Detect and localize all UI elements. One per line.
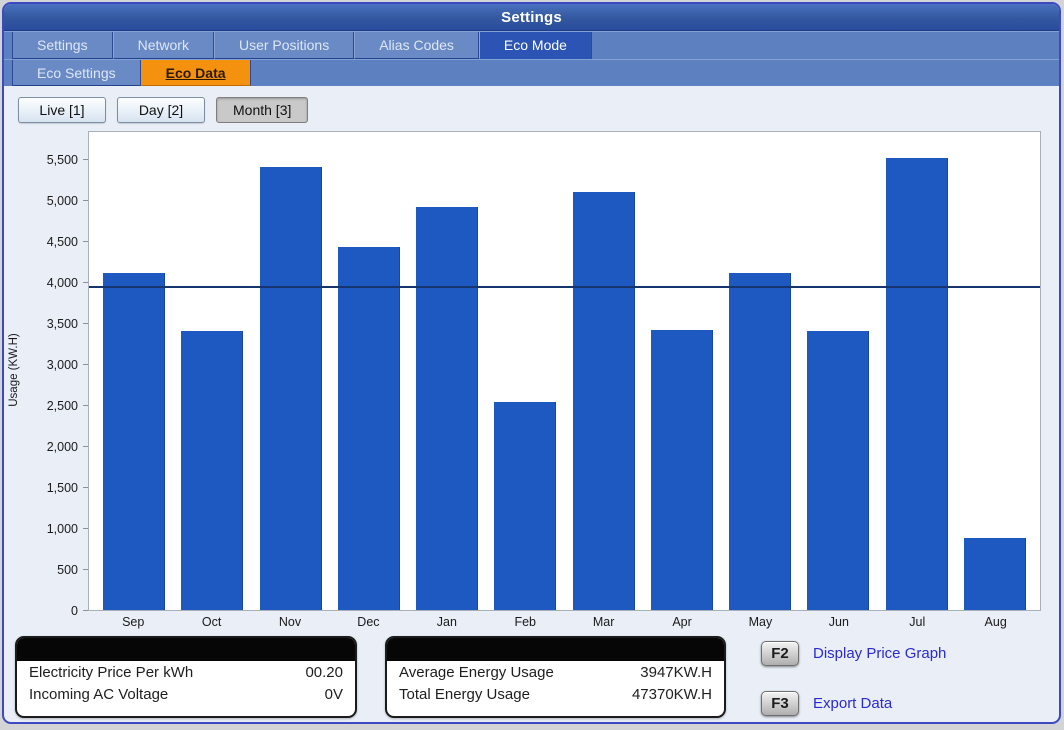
bar-sep (103, 273, 165, 610)
ac-voltage-row: Incoming AC Voltage 0V (17, 683, 355, 705)
month-button[interactable]: Month [3] (216, 97, 308, 123)
electricity-price-value: 00.20 (305, 662, 343, 683)
y-tick-label: 4,000 (47, 276, 78, 290)
y-tick-label: 500 (57, 563, 78, 577)
x-tick-may: May (729, 615, 791, 629)
x-tick-nov: Nov (259, 615, 321, 629)
bar-feb (494, 402, 556, 610)
window-title: Settings (501, 9, 562, 26)
y-tick-label: 0 (71, 604, 78, 618)
window-title-bar: Settings (4, 4, 1059, 31)
panel-header (17, 638, 355, 661)
y-tick-label: 5,000 (47, 194, 78, 208)
bar-apr (651, 330, 713, 610)
x-tick-sep: Sep (102, 615, 164, 629)
tab-alias-codes[interactable]: Alias Codes (354, 32, 479, 59)
ac-voltage-label: Incoming AC Voltage (29, 684, 168, 705)
day-button[interactable]: Day [2] (117, 97, 205, 123)
x-tick-aug: Aug (965, 615, 1027, 629)
y-tick-label: 1,500 (47, 481, 78, 495)
sub-tab-bar: Eco Settings Eco Data (4, 59, 1059, 86)
average-usage-row: Average Energy Usage 3947KW.H (387, 661, 724, 683)
tab-eco-mode[interactable]: Eco Mode (479, 32, 592, 59)
bars (89, 132, 1040, 610)
export-data-link[interactable]: Export Data (813, 695, 892, 712)
bar-jan (416, 207, 478, 610)
x-tick-feb: Feb (494, 615, 556, 629)
tab-network[interactable]: Network (113, 32, 214, 59)
average-usage-value: 3947KW.H (640, 662, 712, 683)
total-usage-value: 47370KW.H (632, 684, 712, 705)
y-tick-label: 3,000 (47, 358, 78, 372)
bar-dec (338, 247, 400, 610)
display-price-graph-action: F2 Display Price Graph (761, 641, 946, 666)
display-price-graph-link[interactable]: Display Price Graph (813, 645, 946, 662)
x-tick-jul: Jul (886, 615, 948, 629)
electricity-price-row: Electricity Price Per kWh 00.20 (17, 661, 355, 683)
total-usage-row: Total Energy Usage 47370KW.H (387, 683, 724, 705)
y-tick-label: 4,500 (47, 235, 78, 249)
x-tick-dec: Dec (337, 615, 399, 629)
export-data-action: F3 Export Data (761, 691, 892, 716)
y-tick-label: 3,500 (47, 317, 78, 331)
total-usage-label: Total Energy Usage (399, 684, 530, 705)
average-usage-label: Average Energy Usage (399, 662, 554, 683)
x-tick-oct: Oct (181, 615, 243, 629)
y-axis-title: Usage (KW.H) (8, 333, 20, 407)
electricity-info-panel: Electricity Price Per kWh 00.20 Incoming… (15, 636, 357, 718)
bar-oct (181, 331, 243, 610)
bar-nov (260, 167, 322, 610)
panel-header (387, 638, 724, 661)
y-tick-label: 2,000 (47, 440, 78, 454)
main-tab-bar: Settings Network User Positions Alias Co… (4, 31, 1059, 59)
x-tick-apr: Apr (651, 615, 713, 629)
y-tick-label: 1,000 (47, 522, 78, 536)
bar-jun (807, 331, 869, 610)
bar-mar (573, 192, 635, 610)
bar-aug (964, 538, 1026, 610)
f3-key-button[interactable]: F3 (761, 691, 799, 716)
average-usage-line (89, 286, 1040, 288)
tab-user-positions[interactable]: User Positions (214, 32, 354, 59)
energy-usage-chart (88, 131, 1041, 611)
y-tick-label: 2,500 (47, 399, 78, 413)
x-tick-mar: Mar (573, 615, 635, 629)
tab-settings[interactable]: Settings (12, 32, 113, 59)
bar-may (729, 273, 791, 610)
settings-window: Settings Settings Network User Positions… (2, 2, 1061, 724)
x-tick-jan: Jan (416, 615, 478, 629)
live-button[interactable]: Live [1] (18, 97, 106, 123)
subtab-eco-data[interactable]: Eco Data (141, 60, 251, 86)
subtab-eco-settings[interactable]: Eco Settings (12, 60, 141, 86)
electricity-price-label: Electricity Price Per kWh (29, 662, 193, 683)
energy-usage-panel: Average Energy Usage 3947KW.H Total Ener… (385, 636, 726, 718)
f2-key-button[interactable]: F2 (761, 641, 799, 666)
x-axis-labels: Sep Oct Nov Dec Jan Feb Mar Apr May Jun Jul Aug (88, 615, 1041, 629)
x-tick-jun: Jun (808, 615, 870, 629)
ac-voltage-value: 0V (325, 684, 343, 705)
bar-jul (886, 158, 948, 610)
y-tick-label: 5,500 (47, 153, 78, 167)
view-mode-buttons: Live [1] Day [2] Month [3] (18, 97, 308, 123)
